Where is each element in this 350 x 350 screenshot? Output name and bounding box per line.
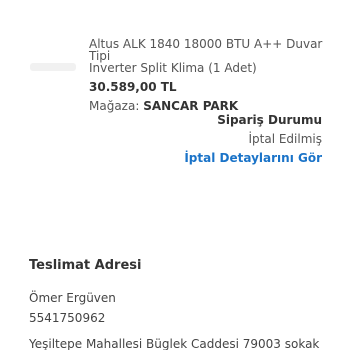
recipient-name: Ömer Ergüven bbox=[29, 291, 116, 305]
recipient-phone: 5541750962 bbox=[29, 311, 106, 325]
recipient-address: Yeşiltepe Mahallesi Büglek Caddesi 79003… bbox=[29, 337, 320, 350]
order-status: Sipariş Durumu İptal Edilmiş İptal Detay… bbox=[184, 113, 322, 165]
product-title[interactable]: Altus ALK 1840 18000 BTU A++ Duvar Tipi … bbox=[89, 38, 339, 74]
order-status-title: Sipariş Durumu bbox=[217, 113, 322, 127]
delivery-address-section: Teslimat Adresi Ömer Ergüven 5541750962 … bbox=[29, 258, 349, 350]
order-status-value: İptal Edilmiş bbox=[248, 132, 322, 146]
product-title-line-2: Inverter Split Klima (1 Adet) bbox=[89, 61, 257, 75]
product-store: Mağaza: SANCAR PARK bbox=[89, 99, 339, 113]
order-detail-page: Altus ALK 1840 18000 BTU A++ Duvar Tipi … bbox=[0, 0, 350, 350]
delivery-address-heading: Teslimat Adresi bbox=[29, 258, 142, 273]
store-label: Mağaza: bbox=[89, 99, 140, 113]
product-price: 30.589,00 TL bbox=[89, 80, 177, 94]
store-name: SANCAR PARK bbox=[143, 99, 239, 113]
product-title-line-1: Altus ALK 1840 18000 BTU A++ Duvar Tipi bbox=[89, 37, 323, 63]
product-info: Altus ALK 1840 18000 BTU A++ Duvar Tipi … bbox=[89, 38, 339, 113]
product-image[interactable] bbox=[30, 63, 76, 71]
cancel-details-link[interactable]: İptal Detaylarını Gör bbox=[184, 151, 322, 165]
